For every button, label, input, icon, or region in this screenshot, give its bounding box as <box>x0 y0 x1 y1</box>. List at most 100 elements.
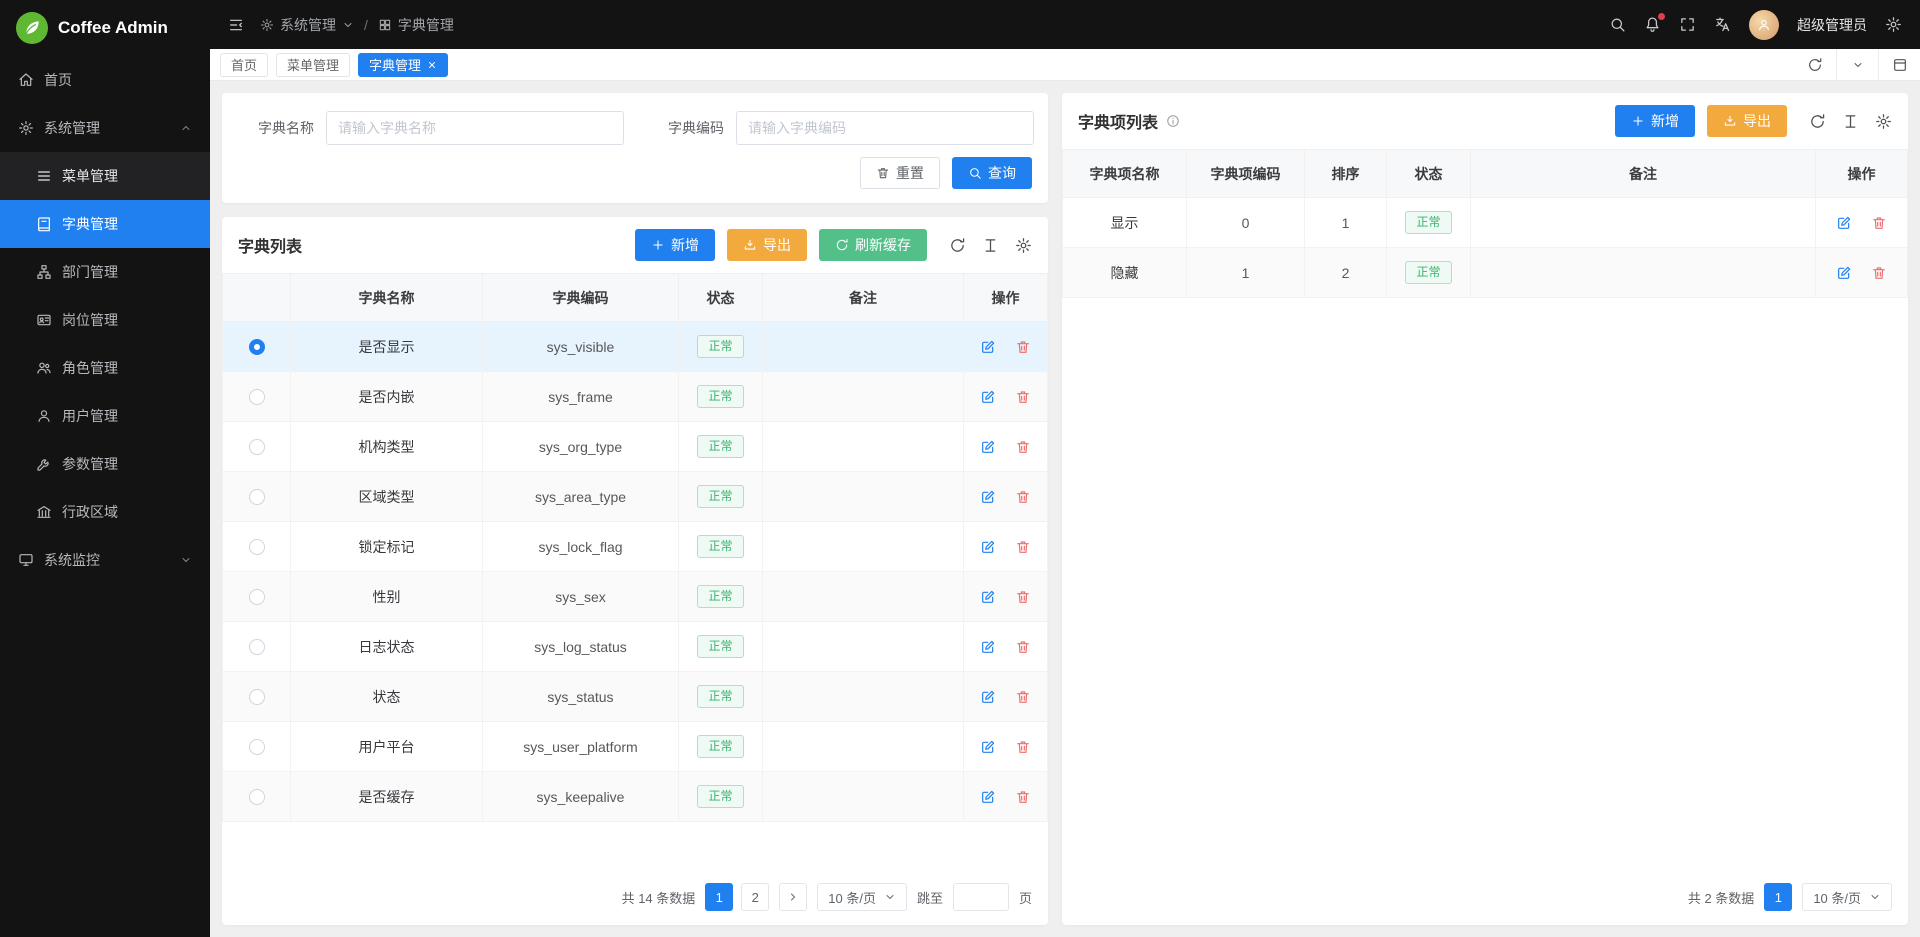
reset-button[interactable]: 重置 <box>860 157 940 189</box>
sidebar-item-home[interactable]: 首页 <box>0 56 210 104</box>
breadcrumb-system[interactable]: 系统管理 <box>260 15 354 35</box>
page-button[interactable]: 1 <box>1764 883 1792 911</box>
table-refresh-icon[interactable] <box>1809 113 1826 130</box>
dict-row[interactable]: 是否内嵌 sys_frame 正常 <box>223 372 1048 422</box>
jump-page-input[interactable] <box>953 883 1009 911</box>
delete-icon[interactable] <box>1015 439 1031 455</box>
row-radio[interactable] <box>249 439 265 455</box>
edit-icon[interactable] <box>980 489 996 505</box>
tab[interactable]: 字典管理 <box>358 53 448 77</box>
tab[interactable]: 菜单管理 <box>276 53 350 77</box>
sidebar-item-monitor[interactable]: 系统监控 <box>0 536 210 584</box>
translate-icon[interactable] <box>1714 16 1731 33</box>
dict-row[interactable]: 日志状态 sys_log_status 正常 <box>223 622 1048 672</box>
next-page-button[interactable] <box>779 883 807 911</box>
dict-name-cell: 机构类型 <box>291 422 483 472</box>
dict-name-label: 字典名称 <box>238 118 314 138</box>
row-radio[interactable] <box>249 389 265 405</box>
tab-close-icon[interactable] <box>427 60 437 70</box>
tab[interactable]: 首页 <box>220 53 268 77</box>
sidebar-subitem[interactable]: 用户管理 <box>0 392 210 440</box>
edit-icon[interactable] <box>980 739 996 755</box>
edit-icon[interactable] <box>980 639 996 655</box>
content-fullscreen-icon[interactable] <box>1878 49 1920 80</box>
dict-row[interactable]: 区域类型 sys_area_type 正常 <box>223 472 1048 522</box>
column-settings-icon[interactable] <box>1842 113 1859 130</box>
delete-icon[interactable] <box>1015 789 1031 805</box>
edit-icon[interactable] <box>980 689 996 705</box>
edit-icon[interactable] <box>980 589 996 605</box>
edit-icon[interactable] <box>980 339 996 355</box>
sidebar-subitem[interactable]: 行政区域 <box>0 488 210 536</box>
edit-icon[interactable] <box>980 539 996 555</box>
row-radio[interactable] <box>249 689 265 705</box>
sidebar-subitem[interactable]: 字典管理 <box>0 200 210 248</box>
delete-icon[interactable] <box>1015 339 1031 355</box>
row-radio[interactable] <box>249 639 265 655</box>
delete-icon[interactable] <box>1871 265 1887 281</box>
dict-row[interactable]: 性别 sys_sex 正常 <box>223 572 1048 622</box>
row-radio[interactable] <box>249 339 265 355</box>
dict-row[interactable]: 是否显示 sys_visible 正常 <box>223 322 1048 372</box>
table-settings-gear-icon[interactable] <box>1875 113 1892 130</box>
username[interactable]: 超级管理员 <box>1797 15 1867 35</box>
bell-icon[interactable] <box>1644 16 1661 33</box>
page-size-select[interactable]: 10 条/页 <box>1802 883 1892 911</box>
settings-gear-icon[interactable] <box>1885 16 1902 33</box>
row-radio[interactable] <box>249 589 265 605</box>
sidebar-subitem[interactable]: 菜单管理 <box>0 152 210 200</box>
delete-icon[interactable] <box>1015 739 1031 755</box>
column-settings-icon[interactable] <box>982 237 999 254</box>
item-export-button[interactable]: 导出 <box>1707 105 1787 137</box>
sidebar-subitem[interactable]: 角色管理 <box>0 344 210 392</box>
total-count: 共 2 条数据 <box>1688 888 1754 907</box>
delete-icon[interactable] <box>1871 215 1887 231</box>
add-button[interactable]: 新增 <box>635 229 715 261</box>
page-size-select[interactable]: 10 条/页 <box>817 883 907 911</box>
item-add-button[interactable]: 新增 <box>1615 105 1695 137</box>
dict-row[interactable]: 锁定标记 sys_lock_flag 正常 <box>223 522 1048 572</box>
page-button[interactable]: 2 <box>741 883 769 911</box>
sidebar-subitem[interactable]: 参数管理 <box>0 440 210 488</box>
menu-fold-icon[interactable] <box>228 17 244 33</box>
sidebar-subitem[interactable]: 岗位管理 <box>0 296 210 344</box>
delete-icon[interactable] <box>1015 589 1031 605</box>
avatar[interactable] <box>1749 10 1779 40</box>
delete-icon[interactable] <box>1015 489 1031 505</box>
tabs-refresh-icon[interactable] <box>1794 49 1836 80</box>
delete-icon[interactable] <box>1015 639 1031 655</box>
edit-icon[interactable] <box>980 389 996 405</box>
delete-icon[interactable] <box>1015 689 1031 705</box>
dict-row[interactable]: 是否缓存 sys_keepalive 正常 <box>223 772 1048 822</box>
table-settings-gear-icon[interactable] <box>1015 237 1032 254</box>
dict-row[interactable]: 状态 sys_status 正常 <box>223 672 1048 722</box>
page-button[interactable]: 1 <box>705 883 733 911</box>
dict-code-input[interactable] <box>736 111 1034 145</box>
delete-icon[interactable] <box>1015 389 1031 405</box>
column-header: 排序 <box>1305 150 1387 198</box>
query-button[interactable]: 查询 <box>952 157 1032 189</box>
tab-tools <box>1794 49 1920 80</box>
breadcrumb-dict[interactable]: 字典管理 <box>378 15 454 35</box>
sidebar-item-system[interactable]: 系统管理 <box>0 104 210 152</box>
search-icon[interactable] <box>1609 16 1626 33</box>
tabs-chevron-down-icon[interactable] <box>1836 49 1878 80</box>
edit-icon[interactable] <box>1836 215 1852 231</box>
export-button[interactable]: 导出 <box>727 229 807 261</box>
row-radio[interactable] <box>249 789 265 805</box>
edit-icon[interactable] <box>980 439 996 455</box>
dict-row[interactable]: 用户平台 sys_user_platform 正常 <box>223 722 1048 772</box>
refresh-cache-button[interactable]: 刷新缓存 <box>819 229 927 261</box>
dict-name-input[interactable] <box>326 111 624 145</box>
remark-cell <box>763 722 964 772</box>
table-refresh-icon[interactable] <box>949 237 966 254</box>
dict-row[interactable]: 机构类型 sys_org_type 正常 <box>223 422 1048 472</box>
row-radio[interactable] <box>249 489 265 505</box>
edit-icon[interactable] <box>980 789 996 805</box>
delete-icon[interactable] <box>1015 539 1031 555</box>
row-radio[interactable] <box>249 739 265 755</box>
row-radio[interactable] <box>249 539 265 555</box>
sidebar-subitem[interactable]: 部门管理 <box>0 248 210 296</box>
edit-icon[interactable] <box>1836 265 1852 281</box>
fullscreen-icon[interactable] <box>1679 16 1696 33</box>
